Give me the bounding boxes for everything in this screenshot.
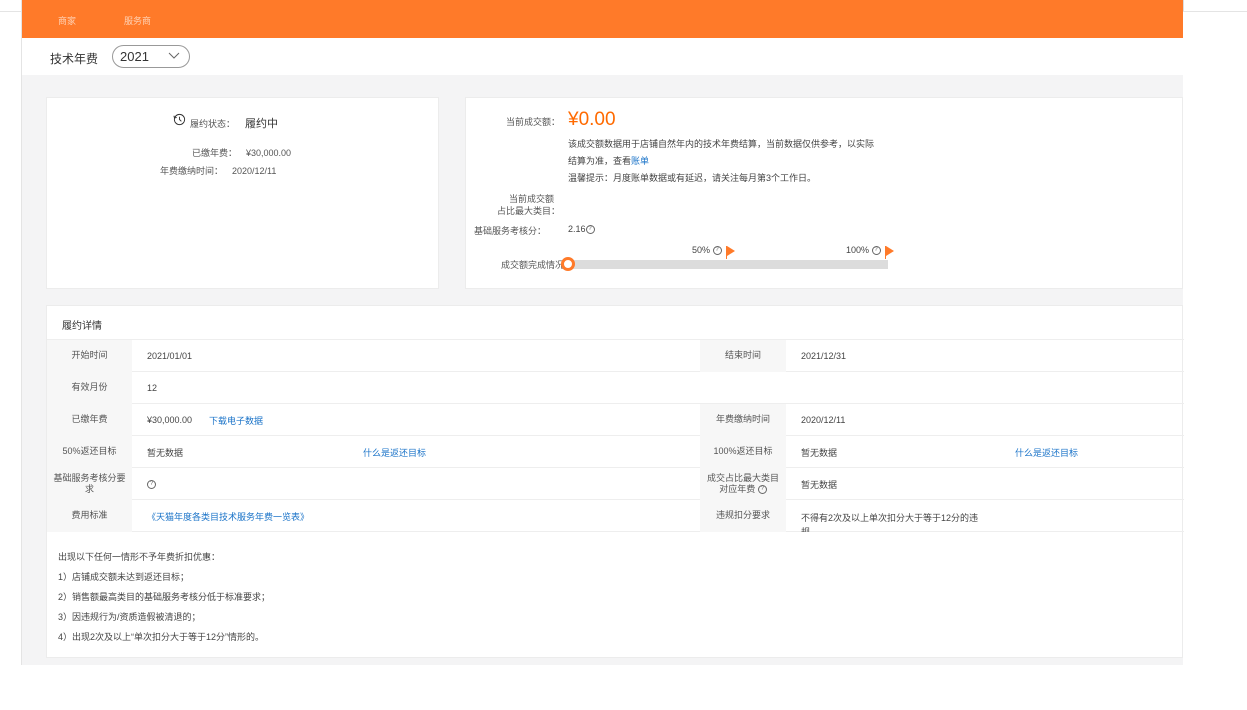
category-fee-label-2-text: 对应年费 bbox=[719, 484, 756, 494]
marker-50: 50% ? bbox=[692, 245, 735, 259]
paid-time-value: 2020/12/11 bbox=[801, 415, 846, 425]
question-icon[interactable]: ? bbox=[871, 246, 881, 256]
start-time-value: 2021/01/01 bbox=[147, 351, 193, 361]
nav-item-service-provider[interactable]: 服务商 bbox=[124, 14, 151, 27]
current-amount-value: ¥0.00 bbox=[568, 109, 616, 130]
progress-track bbox=[566, 260, 888, 269]
score-requirement-label-1: 基础服务考核分要 bbox=[53, 472, 126, 483]
score-row: 2.16? bbox=[568, 224, 595, 235]
category-fee-value: 暂无数据 bbox=[801, 479, 838, 490]
what-is-target-link[interactable]: 什么是返还目标 bbox=[363, 436, 426, 468]
frame-line bbox=[1183, 11, 1247, 12]
detail-table: 开始时间 2021/01/01 结束时间 2021/12/31 有效月份 12 … bbox=[47, 339, 1184, 532]
transaction-card: 当前成交额： ¥0.00 该成交额数据用于店铺自然年内的技术年费结算，当前数据仅… bbox=[465, 97, 1183, 289]
fee-standard-link[interactable]: 《天猫年度各类目技术服务年费一览表》 bbox=[147, 500, 309, 532]
target-50-value: 暂无数据 bbox=[147, 447, 184, 458]
paid-fee-row: 已缴年费： ¥30,000.00 bbox=[192, 146, 291, 159]
category-fee-label-2: 对应年费 ? bbox=[719, 484, 767, 495]
table-row: 开始时间 2021/01/01 结束时间 2021/12/31 bbox=[47, 340, 1184, 372]
score-label: 基础服务考核分： bbox=[474, 226, 547, 236]
note-item: 3）因违规行为/资质造假被清退的； bbox=[58, 612, 201, 622]
paid-time-label: 年费缴纳时间 bbox=[700, 404, 786, 436]
fulfillment-state: 履约状态： 履约中 bbox=[190, 115, 278, 131]
flag-icon bbox=[725, 245, 735, 259]
table-row: 有效月份 12 bbox=[47, 372, 1184, 404]
marker-100: 100% ? bbox=[846, 245, 894, 259]
target-100-label: 100%返还目标 bbox=[700, 436, 786, 468]
download-data-link[interactable]: 下载电子数据 bbox=[209, 404, 263, 436]
state-value: 履约中 bbox=[245, 118, 279, 130]
delay-tip: 温馨提示：月度账单数据或有延迟，请关注每月第3个工作日。 bbox=[568, 173, 817, 183]
violation-requirement-value: 不得有2次及以上单次扣分大于等于12分的违 规 bbox=[801, 500, 978, 532]
title-bar: 技术年费 2021 bbox=[22, 38, 1183, 75]
amount-description-2: 结算为准，查看账单 bbox=[568, 154, 649, 167]
year-select-value: 2021 bbox=[120, 49, 149, 64]
violation-requirement-label: 违规扣分要求 bbox=[700, 500, 786, 532]
category-fee-label: 成交占比最大类目 对应年费 ? bbox=[700, 468, 786, 500]
bill-link[interactable]: 账单 bbox=[631, 156, 649, 166]
category-fee-label-1: 成交占比最大类目 bbox=[706, 472, 779, 483]
fee-standard-label: 费用标准 bbox=[47, 500, 132, 532]
note-heading: 出现以下任何一情形不予年费折扣优惠： bbox=[58, 552, 221, 562]
score-requirement-value: ? bbox=[147, 468, 156, 500]
target-100-value: 暂无数据 bbox=[801, 447, 838, 458]
discount-notes: 出现以下任何一情形不予年费折扣优惠： 1）店铺成交额未达到返还目标； 2）销售额… bbox=[58, 547, 270, 647]
paid-fee-value: ¥30,000.00 bbox=[147, 415, 193, 425]
fulfillment-summary-card: 履约状态： 履约中 已缴年费： ¥30,000.00 年费缴纳时间： 2020/12/… bbox=[46, 97, 439, 289]
note-item: 2）销售额最高类目的基础服务考核分低于标准要求； bbox=[58, 592, 271, 602]
paid-time-label: 年费缴纳时间： bbox=[160, 166, 224, 176]
paid-fee-label: 已缴年费 bbox=[47, 404, 132, 436]
valid-months-label: 有效月份 bbox=[47, 372, 132, 404]
current-amount-label: 当前成交额： bbox=[506, 117, 561, 127]
what-is-target-link[interactable]: 什么是返还目标 bbox=[1015, 436, 1078, 468]
history-clock-icon bbox=[173, 113, 186, 126]
marker-50-label: 50% bbox=[692, 245, 711, 255]
flag-icon bbox=[884, 245, 894, 259]
question-icon[interactable]: ? bbox=[757, 485, 767, 495]
fulfillment-detail-card: 履约详情 开始时间 2021/01/01 结束时间 2021/12/31 有效月… bbox=[46, 305, 1184, 658]
paid-fee-value: ¥30,000.00 bbox=[246, 148, 292, 158]
chevron-down-icon bbox=[168, 52, 180, 59]
note-item: 4）出现2次及以上“单次扣分大于等于12分”情形的。 bbox=[58, 632, 265, 642]
marker-100-label: 100% bbox=[846, 245, 870, 255]
end-time-value: 2021/12/31 bbox=[801, 351, 847, 361]
detail-title: 履约详情 bbox=[62, 321, 102, 332]
target-50-label: 50%返还目标 bbox=[47, 436, 132, 468]
table-row: 费用标准 《天猫年度各类目技术服务年费一览表》 违规扣分要求 不得有2次及以上单… bbox=[47, 500, 1184, 532]
amount-description-prefix: 结算为准，查看 bbox=[568, 156, 632, 166]
score-requirement-label: 基础服务考核分要 求 bbox=[47, 468, 132, 500]
paid-time-value: 2020/12/11 bbox=[232, 166, 277, 176]
question-icon[interactable]: ? bbox=[585, 225, 595, 235]
end-time-label: 结束时间 bbox=[700, 340, 786, 372]
score-requirement-label-2: 求 bbox=[84, 484, 94, 494]
question-icon[interactable]: ? bbox=[712, 246, 722, 256]
page-title: 技术年费 bbox=[50, 52, 99, 66]
table-row: 基础服务考核分要 求 ? 成交占比最大类目 对应年费 ? 暂无数据 bbox=[47, 468, 1184, 500]
paid-fee-label: 已缴年费： bbox=[192, 148, 238, 158]
top-nav-bar: 商家 服务商 bbox=[22, 0, 1183, 38]
amount-description: 该成交额数据用于店铺自然年内的技术年费结算，当前数据仅供参考，以实际 bbox=[568, 139, 875, 149]
frame-line bbox=[0, 11, 22, 12]
page-content: 技术年费 2021 履约状态： 履约中 已缴年费： ¥30,000.00 年费缴纳时… bbox=[22, 38, 1184, 665]
start-time-label: 开始时间 bbox=[47, 340, 132, 372]
valid-months-value: 12 bbox=[147, 383, 158, 393]
paid-time-row: 年费缴纳时间： 2020/12/11 bbox=[160, 164, 276, 177]
table-row: 已缴年费 ¥30,000.00 下载电子数据 年费缴纳时间 2020/12/11 bbox=[47, 404, 1184, 436]
question-icon[interactable]: ? bbox=[147, 479, 156, 489]
note-item: 1）店铺成交额未达到返还目标； bbox=[58, 572, 190, 582]
score-value: 2.16 bbox=[568, 224, 586, 234]
state-label: 履约状态： bbox=[190, 119, 236, 129]
year-select[interactable]: 2021 bbox=[112, 45, 190, 68]
violation-requirement-line2: 规 bbox=[801, 527, 811, 532]
violation-requirement-line1: 不得有2次及以上单次扣分大于等于12分的违 bbox=[801, 513, 979, 523]
nav-item-merchant[interactable]: 商家 bbox=[58, 14, 76, 27]
progress-knob bbox=[561, 257, 575, 271]
ratio-label-line2: 占比最大类目： bbox=[497, 206, 561, 216]
table-row: 50%返还目标 暂无数据 什么是返还目标 100%返还目标 暂无数据 什么是返还… bbox=[47, 436, 1184, 468]
